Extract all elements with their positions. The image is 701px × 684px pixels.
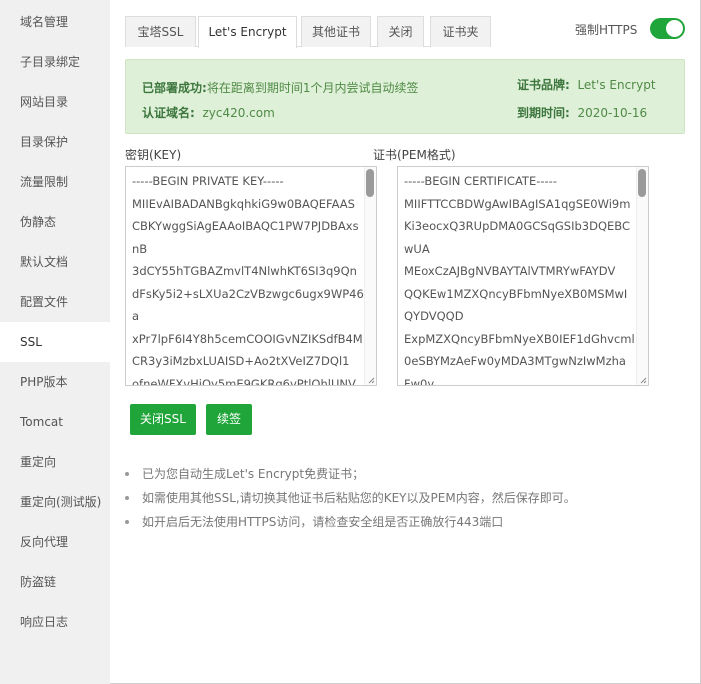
cert-line: wUA <box>404 241 430 256</box>
deployed-row: 已部署成功:将在距离到期时间1个月内尝试自动续签 <box>142 79 418 96</box>
key-line: MIIEvAIBADANBgkqhkiG9w0BAQEFAAS <box>132 196 355 211</box>
tip-text: 如开启后无法使用HTTPS访问，请检查安全组是否正确放行443端口 <box>142 515 504 529</box>
key-scroll-thumb[interactable] <box>366 169 374 197</box>
expire-row: 到期时间: 2020-10-16 <box>517 104 647 121</box>
sidebar-item-redirect-beta[interactable]: 重定向(测试版) <box>0 482 110 522</box>
cert-label: 证书(PEM格式) <box>373 148 456 162</box>
key-line: 3dCY55hTGBAZmvlT4NlwhKT6SI3q9Qn <box>132 264 357 278</box>
key-line: dFsKy5i2+sLXUa2CzVBzwgc6ugx9WP46 <box>132 286 364 301</box>
sidebar-item-rewrite[interactable]: 伪静态 <box>0 202 110 242</box>
tab-cert-folder[interactable]: 证书夹 <box>430 16 491 47</box>
tab-other-cert[interactable]: 其他证书 <box>301 16 371 47</box>
key-scrollbar[interactable] <box>364 167 376 385</box>
key-line: CR3y3iMzbxLUAISD+Ao2tXVeIZ7DQl1 <box>132 354 350 368</box>
cert-scroll-thumb[interactable] <box>638 169 646 197</box>
bullet-icon <box>125 495 129 500</box>
cert-line: QQKEw1MZXQncyBFbmNyeXB0MSMwI <box>404 286 628 301</box>
sidebar-item-response-log[interactable]: 响应日志 <box>0 602 110 642</box>
expire-label: 到期时间: <box>517 106 570 120</box>
tip-item: 已为您自动生成Let's Encrypt免费证书； <box>125 465 364 482</box>
domain-row: 认证域名: zyc420.com <box>142 104 275 121</box>
domain-value: zyc420.com <box>202 106 275 120</box>
sidebar-item-domain[interactable]: 域名管理 <box>0 2 110 42</box>
tab-lets-encrypt[interactable]: Let's Encrypt <box>198 16 297 48</box>
sidebar-item-default-doc[interactable]: 默认文档 <box>0 242 110 282</box>
sidebar-item-tomcat[interactable]: Tomcat <box>0 402 110 442</box>
tab-close[interactable]: 关闭 <box>377 16 424 47</box>
force-https-label: 强制HTTPS <box>575 23 638 37</box>
close-ssl-button[interactable]: 关闭SSL <box>130 404 196 435</box>
sidebar-item-redirect[interactable]: 重定向 <box>0 442 110 482</box>
sidebar: 域名管理 子目录绑定 网站目录 目录保护 流量限制 伪静态 默认文档 配置文件 … <box>0 0 110 684</box>
sidebar-item-reverse-proxy[interactable]: 反向代理 <box>0 522 110 562</box>
cert-line: MEoxCzAJBgNVBAYTAlVTMRYwFAYDV <box>404 264 616 278</box>
bullet-icon <box>125 519 129 524</box>
key-line: CBKYwggSiAgEAAoIBAQC1PW7PJDBAxs <box>132 219 359 233</box>
resize-grip-icon[interactable] <box>639 376 647 384</box>
tip-item: 如需使用其他SSL,请切换其他证书后粘贴您的KEY以及PEM内容，然后保存即可。 <box>125 489 576 506</box>
sidebar-item-config-file[interactable]: 配置文件 <box>0 282 110 322</box>
sidebar-item-ssl[interactable]: SSL <box>0 322 110 362</box>
key-line: xPr7lpF6I4Y8h5cemCOOIGvNZIKSdfB4M <box>132 331 363 346</box>
key-line: ofneWFXvHjOy5mE9GKRq6vPtlQhlUNV <box>132 376 356 386</box>
cert-line: -----BEGIN CERTIFICATE----- <box>404 174 557 188</box>
cert-line: Fw0y <box>404 376 435 386</box>
force-https-toggle[interactable] <box>650 18 685 39</box>
toggle-knob <box>666 20 683 37</box>
tip-item: 如开启后无法使用HTTPS访问，请检查安全组是否正确放行443端口 <box>125 513 503 530</box>
cert-line: ExpMZXQncyBFbmNyeXB0IEF1dGhvcml <box>404 331 635 346</box>
sidebar-item-php-version[interactable]: PHP版本 <box>0 362 110 402</box>
cert-line: MIIFTTCCBDWgAwIBAgISA1qgSE0Wi9m <box>404 196 631 211</box>
cert-line: Ki3eocxQ3RUpDMA0GCSqGSIb3DQEBC <box>404 219 630 233</box>
cert-scrollbar[interactable] <box>636 167 648 385</box>
brand-label: 证书品牌: <box>517 78 570 92</box>
renew-button[interactable]: 续签 <box>206 404 252 435</box>
key-textarea[interactable]: -----BEGIN PRIVATE KEY----- MIIEvAIBADANB… <box>125 166 377 386</box>
expire-value: 2020-10-16 <box>577 106 648 120</box>
resize-grip-icon[interactable] <box>367 376 375 384</box>
key-line: a <box>132 309 140 323</box>
cert-status-box: 已部署成功:将在距离到期时间1个月内尝试自动续签 认证域名: zyc420.co… <box>125 59 685 134</box>
brand-row: 证书品牌: Let's Encrypt <box>517 76 656 93</box>
bullet-icon <box>125 471 129 476</box>
sidebar-item-hotlink[interactable]: 防盗链 <box>0 562 110 602</box>
sidebar-item-subdir[interactable]: 子目录绑定 <box>0 42 110 82</box>
sidebar-item-site-dir[interactable]: 网站目录 <box>0 82 110 122</box>
key-line: -----BEGIN PRIVATE KEY----- <box>132 174 284 188</box>
cert-line: QYDVQQD <box>404 309 464 323</box>
domain-label: 认证域名: <box>142 106 195 120</box>
cert-content: -----BEGIN CERTIFICATE----- MIIFTTCCBDWgA… <box>404 170 636 386</box>
key-line: nB <box>132 241 148 256</box>
cert-textarea[interactable]: -----BEGIN CERTIFICATE----- MIIFTTCCBDWgA… <box>397 166 649 386</box>
key-label: 密钥(KEY) <box>125 148 182 162</box>
cert-line: 0eSBYMzAeFw0yMDA3MTgwNzIwMzha <box>404 354 626 368</box>
tab-bt-ssl[interactable]: 宝塔SSL <box>125 16 196 47</box>
sidebar-item-dir-protect[interactable]: 目录保护 <box>0 122 110 162</box>
key-content: -----BEGIN PRIVATE KEY----- MIIEvAIBADANB… <box>132 170 364 386</box>
tip-text: 已为您自动生成Let's Encrypt免费证书； <box>142 467 365 481</box>
tip-text: 如需使用其他SSL,请切换其他证书后粘贴您的KEY以及PEM内容，然后保存即可。 <box>142 491 576 505</box>
sidebar-item-traffic-limit[interactable]: 流量限制 <box>0 162 110 202</box>
deployed-text: 将在距离到期时间1个月内尝试自动续签 <box>206 81 419 95</box>
deployed-label: 已部署成功: <box>142 81 207 95</box>
brand-value: Let's Encrypt <box>577 78 656 92</box>
